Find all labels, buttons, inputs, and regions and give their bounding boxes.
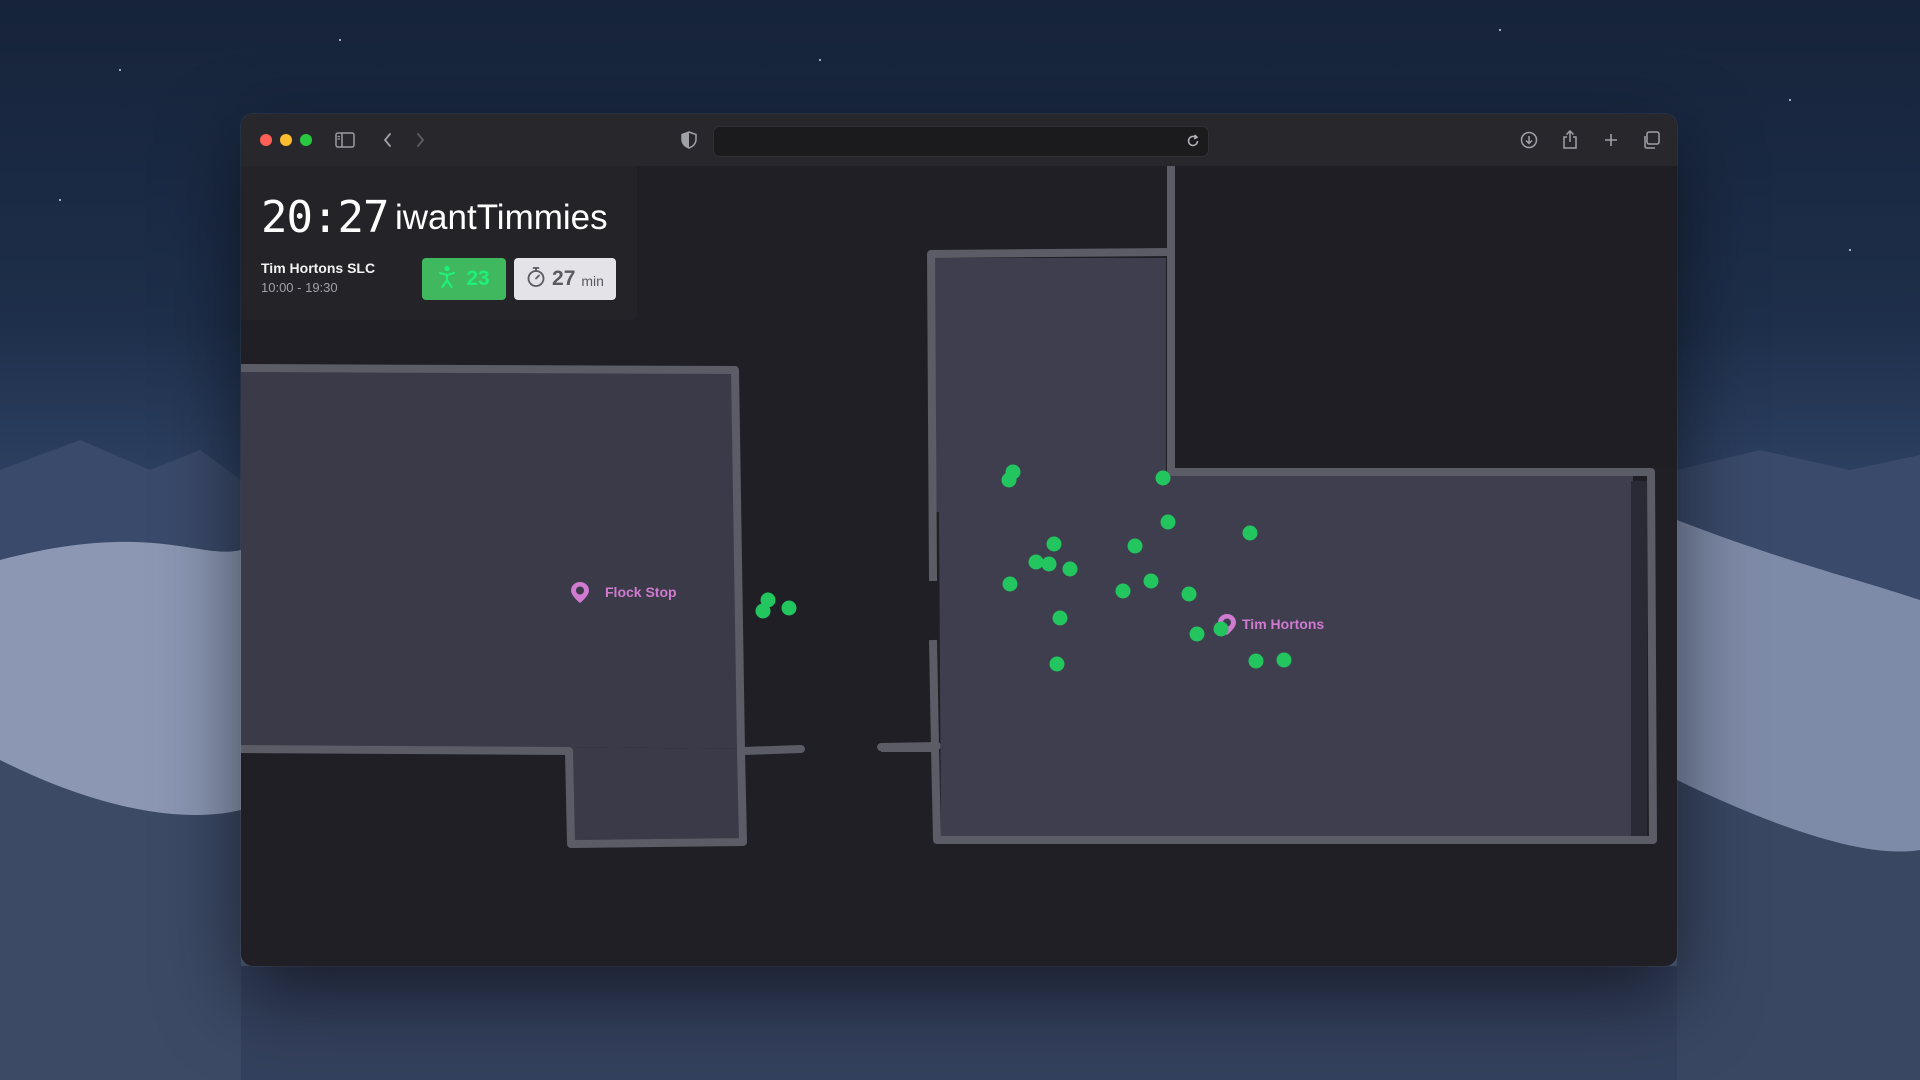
outside-area xyxy=(1175,166,1677,468)
person-dot xyxy=(1046,536,1062,552)
sidebar-icon[interactable] xyxy=(331,126,359,154)
person-dot xyxy=(1181,586,1197,602)
people-count: 23 xyxy=(466,267,490,290)
venue-name: Tim Hortons SLC xyxy=(261,260,376,276)
person-dot xyxy=(1213,621,1229,637)
tabs-icon[interactable] xyxy=(1637,126,1665,154)
person-dot xyxy=(1248,653,1264,669)
zoom-window-button[interactable] xyxy=(300,134,312,146)
plus-icon[interactable] xyxy=(1597,126,1625,154)
clock: 20:27 xyxy=(261,192,389,243)
reload-icon[interactable] xyxy=(1182,130,1204,152)
person-dot xyxy=(1115,583,1131,599)
pin-label-flock-stop: Flock Stop xyxy=(605,584,677,600)
person-dot xyxy=(1002,576,1018,592)
pin-label-tim-hortons: Tim Hortons xyxy=(1242,616,1324,632)
shield-icon[interactable] xyxy=(675,126,703,154)
person-dot xyxy=(1062,561,1078,577)
person-dot xyxy=(1028,554,1044,570)
minimize-window-button[interactable] xyxy=(280,134,292,146)
person-dot xyxy=(1242,525,1258,541)
map-view[interactable]: Flock Stop Tim Hortons 20:27 iwantTimmie… xyxy=(241,166,1677,966)
person-dot xyxy=(1276,652,1292,668)
person-icon xyxy=(438,265,456,294)
person-dot xyxy=(1155,470,1171,486)
browser-window: Flock Stop Tim Hortons 20:27 iwantTimmie… xyxy=(241,114,1677,966)
chevron-right-icon[interactable] xyxy=(406,126,434,154)
right-room-strip xyxy=(1631,481,1647,836)
username: iwantTimmies xyxy=(395,198,608,237)
person-dot xyxy=(1127,538,1143,554)
people-count-badge[interactable]: 23 xyxy=(422,258,506,300)
info-panel: 20:27 iwantTimmies Tim Hortons SLC 10:00… xyxy=(241,166,637,320)
address-bar[interactable] xyxy=(713,126,1209,157)
wait-time-unit: min xyxy=(581,273,604,289)
person-dot xyxy=(1189,626,1205,642)
person-dot xyxy=(1160,514,1176,530)
browser-toolbar xyxy=(241,114,1677,167)
person-dot xyxy=(781,600,797,616)
person-dot xyxy=(1049,656,1065,672)
close-window-button[interactable] xyxy=(260,134,272,146)
wait-time-value: 27 xyxy=(552,267,576,290)
venue-hours: 10:00 - 19:30 xyxy=(261,280,338,295)
person-dot xyxy=(1143,573,1159,589)
person-dot xyxy=(760,592,776,608)
person-dot xyxy=(1041,556,1057,572)
person-dot xyxy=(1001,472,1017,488)
stopwatch-icon xyxy=(526,266,546,293)
left-room-lower xyxy=(571,747,743,840)
wait-time-badge[interactable]: 27 min xyxy=(514,258,616,300)
chevron-left-icon[interactable] xyxy=(374,126,402,154)
download-icon[interactable] xyxy=(1515,126,1543,154)
person-dot xyxy=(1052,610,1068,626)
share-icon[interactable] xyxy=(1556,126,1584,154)
